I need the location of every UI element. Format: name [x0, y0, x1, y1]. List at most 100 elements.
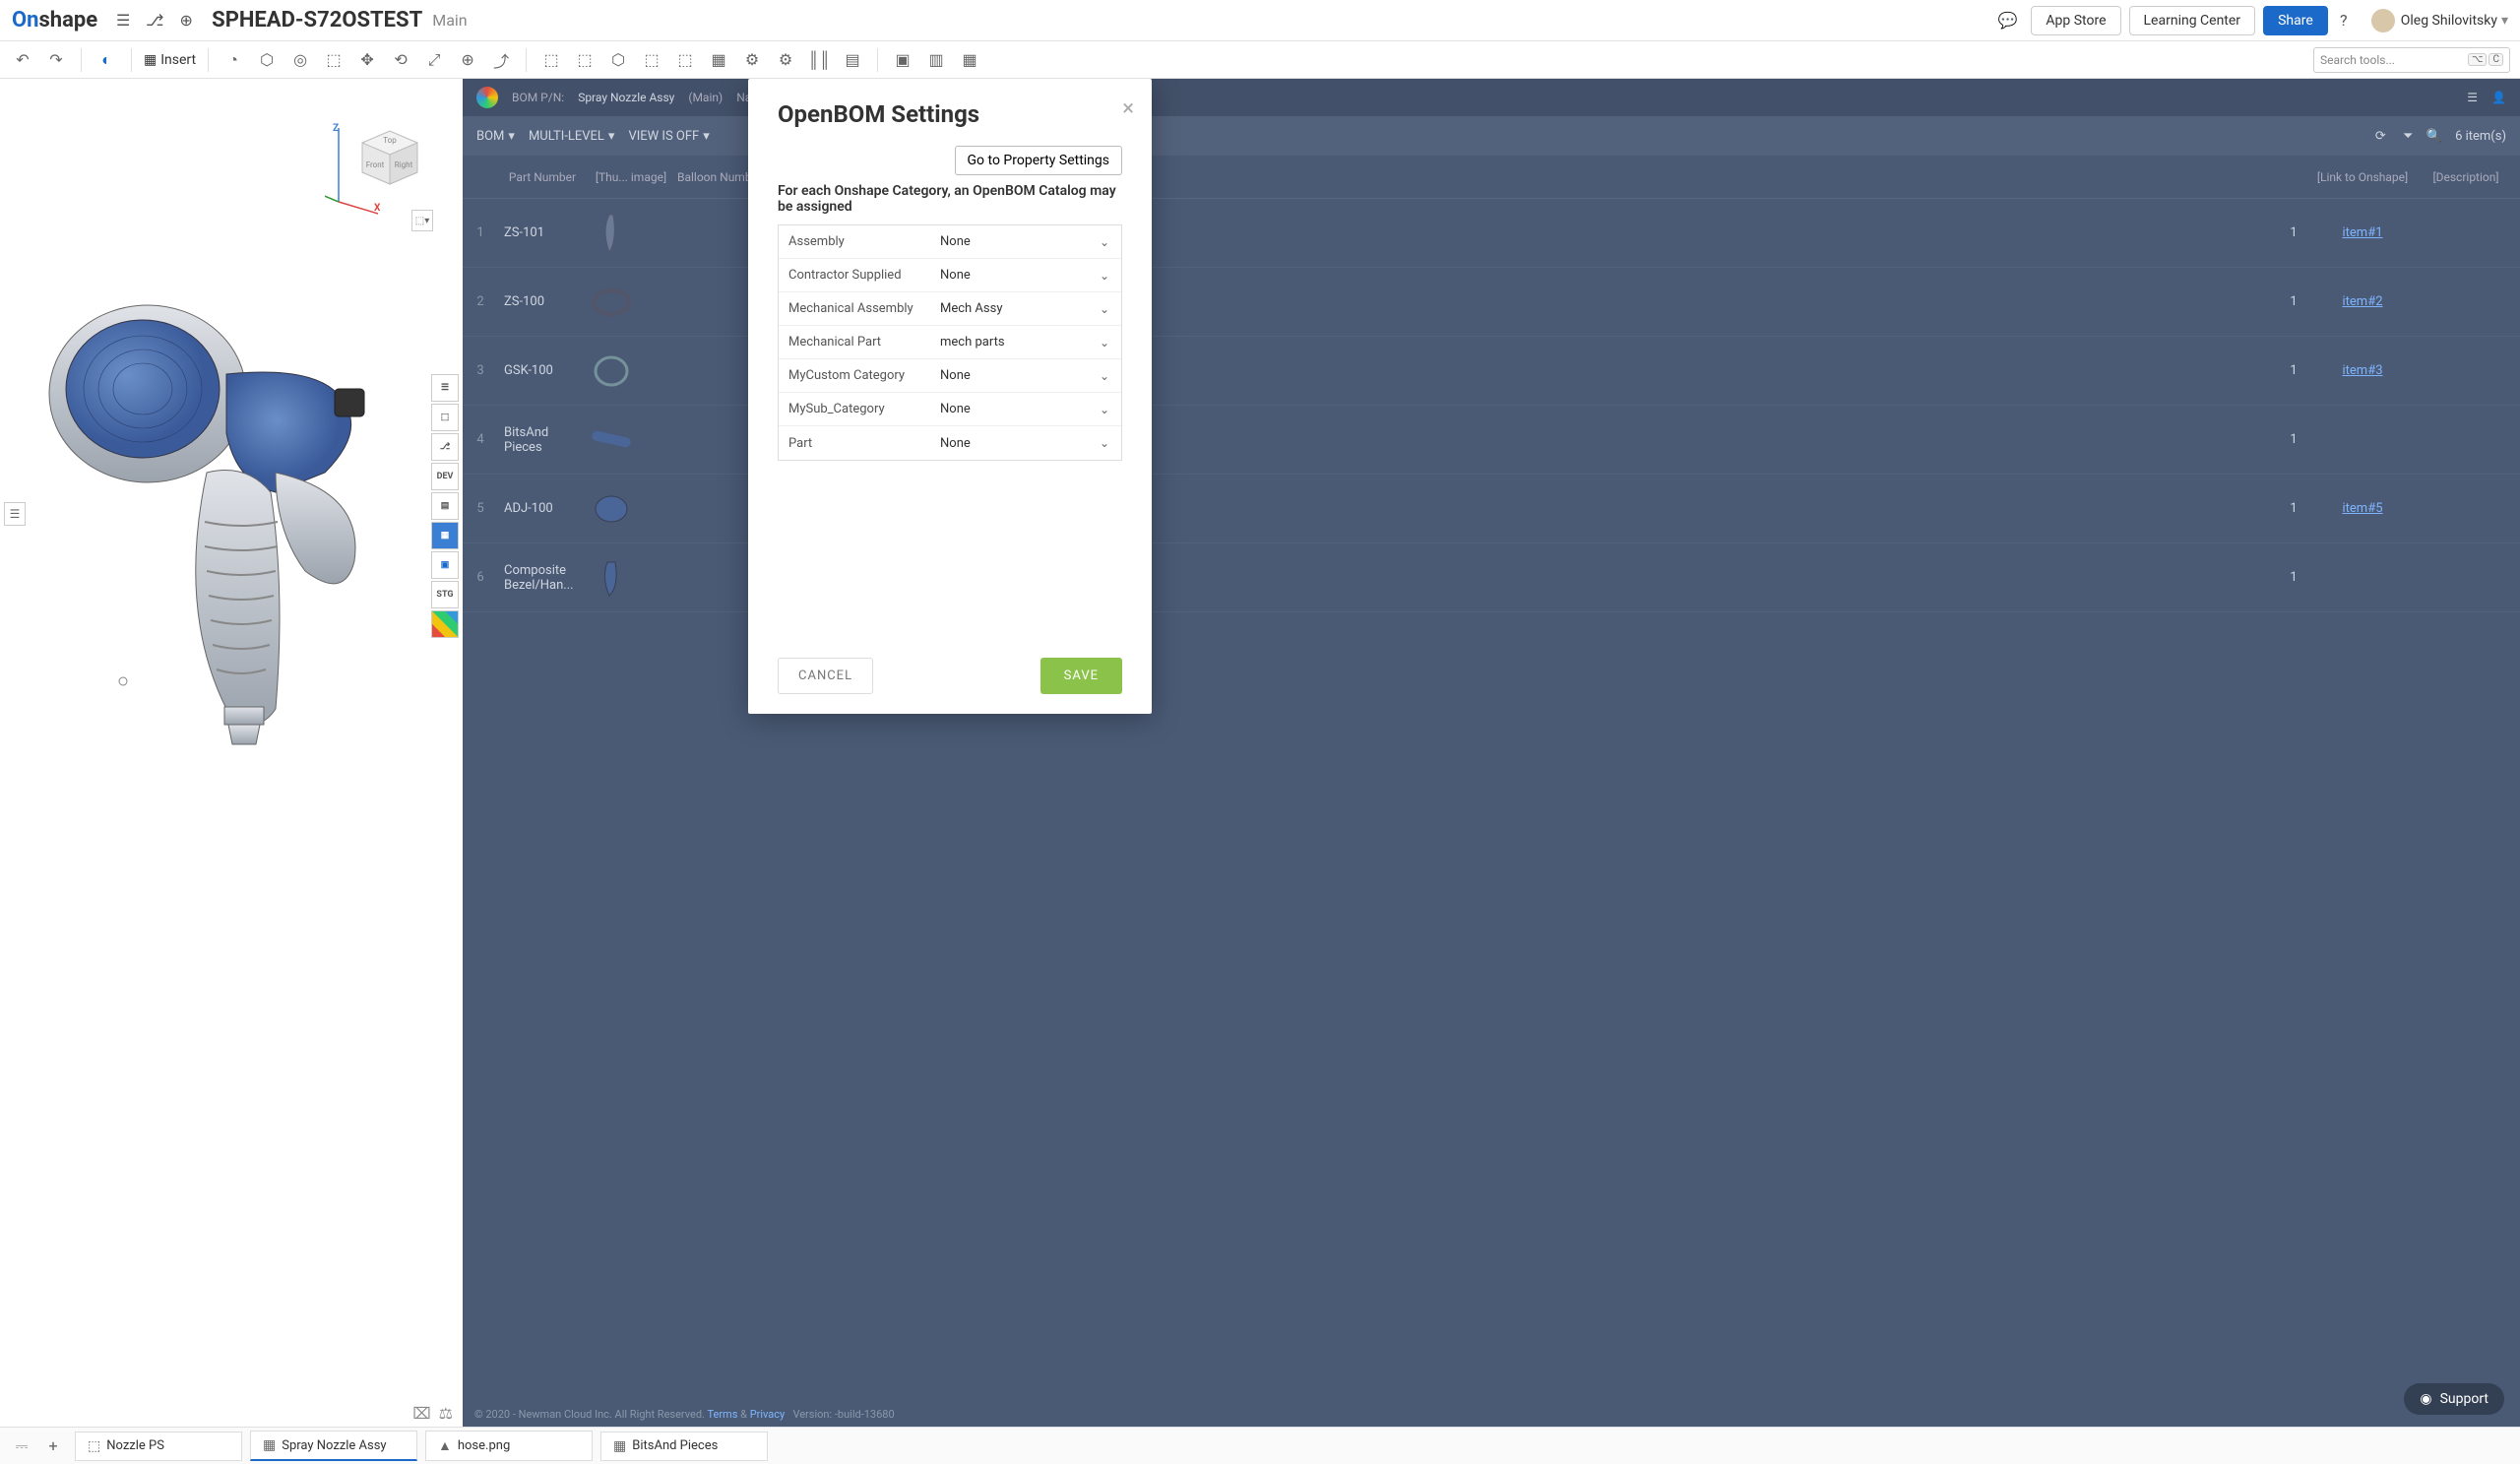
category-select[interactable]: Mech Assy⌄ [936, 301, 1121, 316]
tab-type-icon: ▦ [263, 1437, 276, 1453]
tool-m-icon[interactable]: ▦ [957, 47, 982, 73]
category-row: Mechanical Partmech parts⌄ [779, 326, 1121, 359]
undo-icon[interactable]: ↶ [10, 47, 35, 73]
tool-k-icon[interactable]: ▣ [890, 47, 915, 73]
tool-revolve-icon[interactable]: ◔ [220, 47, 246, 73]
category-select[interactable]: None⌄ [936, 402, 1121, 416]
user-menu[interactable]: Oleg Shilovitsky ▾ [2371, 9, 2508, 32]
tool-i-icon[interactable]: ║║ [806, 47, 832, 73]
search-tools-input[interactable]: Search tools... ⌥ C [2313, 47, 2510, 73]
toolbar: ↶ ↷ ◐ ▦ Insert ◔ ⬡ ◎ ⬚ ✥ ⟲ ⤢ ⊕ ⤴ ⬚ ⬚ ⬡ ⬚… [0, 41, 2520, 79]
tool-target-icon[interactable]: ⊕ [455, 47, 480, 73]
view-cube-dropdown[interactable]: ⬚▾ [411, 210, 433, 231]
panel-color-icon[interactable] [431, 610, 459, 638]
share-button[interactable]: Share [2263, 6, 2328, 35]
scale-icon[interactable]: ⌧ [412, 1404, 430, 1423]
bottom-tab[interactable]: ▦Spray Nozzle Assy [250, 1431, 417, 1461]
balance-icon[interactable]: ⚖ [439, 1404, 453, 1423]
panel-dev-icon[interactable]: DEV [431, 463, 459, 490]
chevron-down-icon: ⌄ [1100, 235, 1109, 249]
tool-l-icon[interactable]: ▥ [923, 47, 949, 73]
panel-stg-icon[interactable]: STG [431, 581, 459, 608]
help-icon[interactable]: ? [2330, 7, 2358, 34]
chevron-down-icon: ⌄ [1100, 436, 1109, 450]
panel-doc-icon[interactable]: ▤ [431, 492, 459, 520]
bottom-tab[interactable]: ▦BitsAnd Pieces [600, 1432, 768, 1461]
category-select[interactable]: mech parts⌄ [936, 335, 1121, 350]
tool-cube-icon[interactable]: ⬚ [321, 47, 346, 73]
tool-c-icon[interactable]: ⬡ [605, 47, 631, 73]
modal-subtitle: For each Onshape Category, an OpenBOM Ca… [778, 183, 1122, 215]
tool-scale-icon[interactable]: ⤢ [421, 47, 447, 73]
category-select[interactable]: None⌄ [936, 268, 1121, 283]
category-select[interactable]: None⌄ [936, 436, 1121, 451]
menu-icon[interactable]: ☰ [109, 7, 137, 34]
view-cube[interactable]: Top Front Right Z X ⬚▾ [325, 94, 433, 231]
learning-center-button[interactable]: Learning Center [2129, 6, 2256, 35]
tab-type-icon: ▲ [438, 1437, 452, 1454]
chevron-down-icon: ⌄ [1100, 302, 1109, 316]
axis-z-label: Z [333, 123, 339, 134]
add-icon[interactable]: ⊕ [172, 7, 200, 34]
main-area: ☰ Top Front Right Z X ⬚▾ ☰ [0, 79, 2520, 1427]
redo-icon[interactable]: ↷ [43, 47, 69, 73]
divider [877, 48, 878, 72]
chevron-down-icon: ⌄ [1100, 269, 1109, 283]
tool-e-icon[interactable]: ⬚ [672, 47, 698, 73]
tool-g-icon[interactable]: ⚙ [739, 47, 765, 73]
tool-f-icon[interactable]: ▦ [706, 47, 731, 73]
insert-icon: ▦ [144, 52, 157, 68]
support-button[interactable]: ◉ Support [2404, 1383, 2504, 1415]
close-icon[interactable]: × [1122, 96, 1134, 121]
panel-cube-icon[interactable]: ⬚ [431, 404, 459, 431]
category-select[interactable]: None⌄ [936, 234, 1121, 249]
svg-text:Front: Front [366, 160, 385, 169]
panel-calendar-icon[interactable]: ▣ [431, 551, 459, 579]
support-icon: ◉ [2420, 1391, 2431, 1407]
chevron-down-icon: ⌄ [1100, 336, 1109, 350]
tool-h-icon[interactable]: ⚙ [773, 47, 798, 73]
tab-overflow-icon[interactable]: ⎓ [8, 1432, 35, 1460]
viewport-3d[interactable]: ☰ Top Front Right Z X ⬚▾ ☰ [0, 79, 463, 1427]
viewport-side-toolbar: ☰ ⬚ ⎇ DEV ▤ ▦ ▣ STG [431, 374, 461, 638]
tool-b-icon[interactable]: ⬚ [572, 47, 598, 73]
tool-export-icon[interactable]: ⤴ [488, 47, 514, 73]
feature-tree-toggle[interactable]: ☰ [4, 502, 26, 526]
top-header: Onshape ☰ ⎇ ⊕ SPHEAD-S72OSTEST Main 💬 Ap… [0, 0, 2520, 41]
document-title: SPHEAD-S72OSTEST [212, 8, 422, 32]
divider [81, 48, 82, 72]
viewport-footer-icons: ⌧ ⚖ [412, 1404, 453, 1423]
bottom-tab[interactable]: ▲hose.png [425, 1431, 593, 1461]
add-tab-icon[interactable]: + [39, 1432, 67, 1460]
tool-rotate-icon[interactable]: ⟲ [388, 47, 413, 73]
panel-list-icon[interactable]: ☰ [431, 374, 459, 402]
category-name: MySub_Category [779, 402, 936, 416]
chevron-down-icon: ⌄ [1100, 403, 1109, 416]
tool-a-icon[interactable]: ⬚ [538, 47, 564, 73]
divider [208, 48, 209, 72]
category-select[interactable]: None⌄ [936, 368, 1121, 383]
tool-cylinder-icon[interactable]: ⬡ [254, 47, 280, 73]
property-settings-button[interactable]: Go to Property Settings [955, 146, 1122, 175]
tool-j-icon[interactable]: ▤ [840, 47, 865, 73]
chevron-down-icon: ▾ [2501, 13, 2508, 29]
brand-logo: Onshape [12, 8, 97, 32]
insert-button[interactable]: ▦ Insert [144, 52, 196, 68]
panel-active-icon[interactable]: ▦ [431, 522, 459, 549]
comments-icon[interactable]: 💬 [1993, 7, 2021, 34]
globe-icon[interactable]: ◐ [94, 47, 119, 73]
save-button[interactable]: SAVE [1040, 658, 1122, 694]
bom-panel: BOM P/N: Spray Nozzle Assy (Main) Name: … [463, 79, 2520, 1427]
category-name: Part [779, 436, 936, 451]
tool-d-icon[interactable]: ⬚ [639, 47, 664, 73]
user-avatar-icon [2371, 9, 2395, 32]
bottom-tab[interactable]: ⬚Nozzle PS [75, 1432, 242, 1461]
cancel-button[interactable]: CANCEL [778, 658, 873, 694]
panel-tree-icon[interactable]: ⎇ [431, 433, 459, 461]
category-row: Contractor SuppliedNone⌄ [779, 259, 1121, 292]
user-name: Oleg Shilovitsky [2401, 13, 2497, 29]
tool-move-icon[interactable]: ✥ [354, 47, 380, 73]
app-store-button[interactable]: App Store [2031, 6, 2120, 35]
tree-icon[interactable]: ⎇ [141, 7, 168, 34]
tool-ring-icon[interactable]: ◎ [287, 47, 313, 73]
